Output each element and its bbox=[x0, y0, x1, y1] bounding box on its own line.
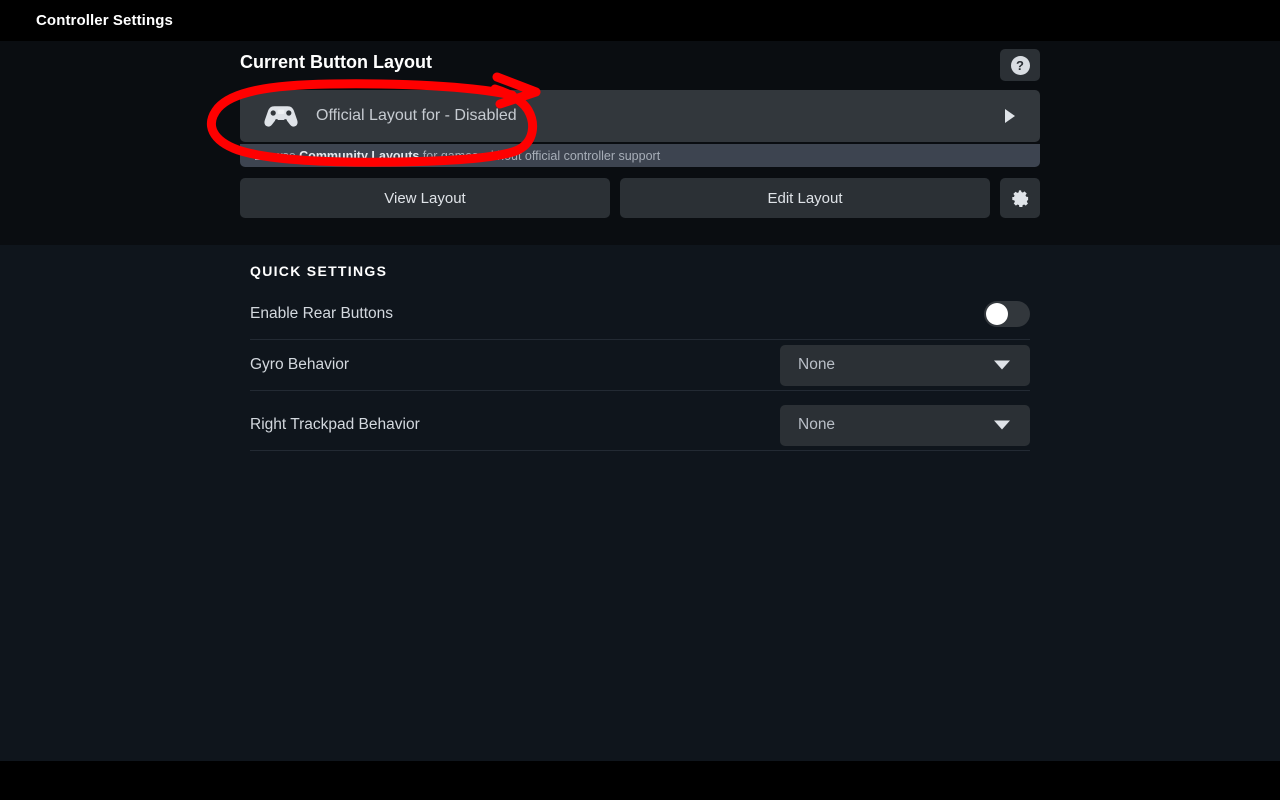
community-banner-text: Browse Community Layouts for games witho… bbox=[254, 149, 660, 163]
gyro-behavior-select[interactable]: None bbox=[780, 344, 1030, 386]
page-title: Current Button Layout bbox=[240, 52, 432, 72]
chevron-down-icon bbox=[994, 420, 1010, 430]
setting-row-rear-buttons: Enable Rear Buttons bbox=[250, 289, 1030, 340]
edit-layout-button[interactable]: Edit Layout bbox=[620, 178, 990, 218]
controller-settings-screen: Controller Settings Current Button Layou… bbox=[0, 0, 1280, 800]
setting-label-rear-buttons: Enable Rear Buttons bbox=[250, 305, 394, 322]
gyro-behavior-value: None bbox=[798, 356, 836, 373]
layout-settings-button[interactable] bbox=[1000, 178, 1040, 218]
footer-bar bbox=[0, 761, 1280, 800]
banner-suffix: for games without official controller su… bbox=[419, 148, 661, 163]
banner-prefix: Browse bbox=[254, 148, 300, 163]
title-bar: Controller Settings bbox=[0, 0, 1280, 41]
help-button[interactable]: ? bbox=[1000, 49, 1040, 81]
banner-link[interactable]: Community Layouts bbox=[299, 149, 419, 163]
chevron-down-icon bbox=[994, 360, 1010, 370]
view-layout-button[interactable]: View Layout bbox=[240, 178, 610, 218]
current-layout-name: Official Layout for - Disabled bbox=[316, 107, 517, 124]
right-trackpad-behavior-select[interactable]: None bbox=[780, 404, 1030, 446]
right-trackpad-behavior-value: None bbox=[798, 416, 836, 433]
setting-row-gyro: Gyro Behavior None bbox=[250, 340, 1030, 391]
enable-rear-buttons-toggle[interactable] bbox=[984, 301, 1030, 327]
setting-label-gyro: Gyro Behavior bbox=[250, 356, 350, 373]
current-layout-row[interactable]: Official Layout for - Disabled bbox=[240, 90, 1040, 142]
gear-icon bbox=[1011, 189, 1028, 207]
setting-row-trackpad: Right Trackpad Behavior None bbox=[250, 400, 1030, 451]
gamepad-icon bbox=[264, 106, 298, 127]
question-mark-icon: ? bbox=[1010, 55, 1030, 75]
toggle-knob bbox=[986, 303, 1008, 325]
quick-settings-heading: QUICK SETTINGS bbox=[250, 263, 388, 279]
community-layouts-banner[interactable]: Browse Community Layouts for games witho… bbox=[240, 144, 1040, 167]
setting-label-trackpad: Right Trackpad Behavior bbox=[250, 416, 420, 433]
window-title: Controller Settings bbox=[36, 12, 173, 29]
chevron-right-icon bbox=[1005, 109, 1015, 123]
